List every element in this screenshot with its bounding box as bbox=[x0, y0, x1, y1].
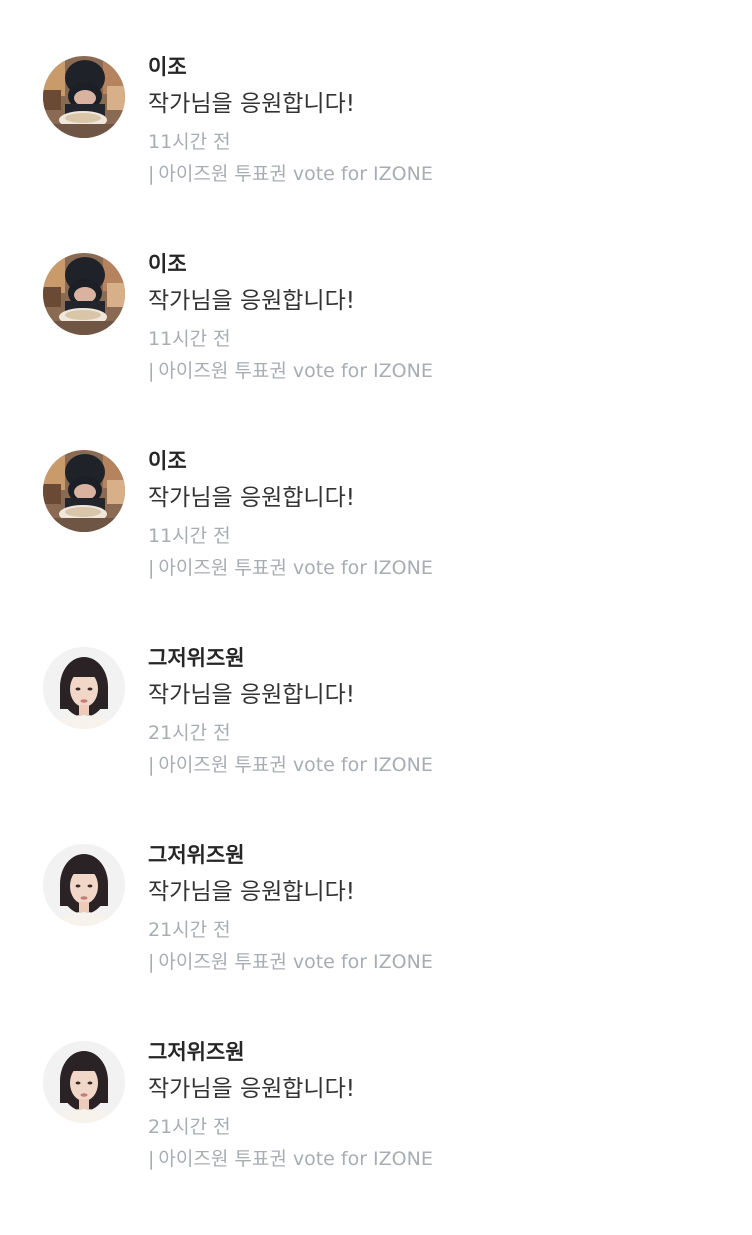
comment-time: 11시간 전 bbox=[148, 131, 231, 153]
woman-portrait-photo bbox=[43, 647, 125, 729]
comment-item: 이조 작가님을 응원합니다! 11시간 전 | 아이즈원 투표권 vote for… bbox=[0, 447, 752, 644]
source-label: 아이즈원 투표권 vote for IZONE bbox=[158, 754, 433, 776]
comment-author[interactable]: 이조 bbox=[148, 447, 732, 483]
comment-time: 11시간 전 bbox=[148, 525, 231, 547]
comment-time: 21시간 전 bbox=[148, 722, 231, 744]
woman-portrait-photo bbox=[43, 844, 125, 926]
comment-source[interactable]: | 아이즈원 투표권 vote for IZONE bbox=[148, 1146, 732, 1172]
child-eating-photo bbox=[43, 253, 125, 335]
comment-item: 이조 작가님을 응원합니다! 11시간 전 | 아이즈원 투표권 vote for… bbox=[0, 53, 752, 250]
source-separator: | bbox=[148, 360, 155, 382]
source-label: 아이즈원 투표권 vote for IZONE bbox=[158, 557, 433, 579]
avatar[interactable] bbox=[43, 647, 125, 729]
comment-author[interactable]: 이조 bbox=[148, 250, 732, 286]
avatar[interactable] bbox=[43, 844, 125, 926]
comment-time: 21시간 전 bbox=[148, 1116, 231, 1138]
source-separator: | bbox=[148, 557, 155, 579]
comment-item: 이조 작가님을 응원합니다! 11시간 전 | 아이즈원 투표권 vote for… bbox=[0, 250, 752, 447]
source-separator: | bbox=[148, 951, 155, 973]
comment-item: 그저위즈원 작가님을 응원합니다! 21시간 전 | 아이즈원 투표권 vote … bbox=[0, 644, 752, 841]
child-eating-photo bbox=[43, 450, 125, 532]
comment-time: 11시간 전 bbox=[148, 328, 231, 350]
child-eating-photo bbox=[43, 56, 125, 138]
source-separator: | bbox=[148, 1148, 155, 1170]
avatar[interactable] bbox=[43, 56, 125, 138]
comment-message: 작가님을 응원합니다! bbox=[148, 682, 355, 708]
comment-source[interactable]: | 아이즈원 투표권 vote for IZONE bbox=[148, 161, 732, 187]
comment-author[interactable]: 이조 bbox=[148, 53, 732, 89]
avatar[interactable] bbox=[43, 450, 125, 532]
comment-author[interactable]: 그저위즈원 bbox=[148, 1038, 732, 1074]
comment-source[interactable]: | 아이즈원 투표권 vote for IZONE bbox=[148, 752, 732, 778]
comment-author[interactable]: 그저위즈원 bbox=[148, 841, 732, 877]
comment-source[interactable]: | 아이즈원 투표권 vote for IZONE bbox=[148, 949, 732, 975]
avatar[interactable] bbox=[43, 253, 125, 335]
comment-item: 그저위즈원 작가님을 응원합니다! 21시간 전 | 아이즈원 투표권 vote … bbox=[0, 841, 752, 1038]
comment-author[interactable]: 그저위즈원 bbox=[148, 644, 732, 680]
source-label: 아이즈원 투표권 vote for IZONE bbox=[158, 1148, 433, 1170]
comment-list: 이조 작가님을 응원합니다! 11시간 전 | 아이즈원 투표권 vote for… bbox=[0, 53, 752, 1235]
avatar[interactable] bbox=[43, 1041, 125, 1123]
comment-source[interactable]: | 아이즈원 투표권 vote for IZONE bbox=[148, 555, 732, 581]
woman-portrait-photo bbox=[43, 1041, 125, 1123]
comment-message: 작가님을 응원합니다! bbox=[148, 1076, 355, 1102]
comment-source[interactable]: | 아이즈원 투표권 vote for IZONE bbox=[148, 358, 732, 384]
source-label: 아이즈원 투표권 vote for IZONE bbox=[158, 951, 433, 973]
comment-message: 작가님을 응원합니다! bbox=[148, 288, 355, 314]
source-label: 아이즈원 투표권 vote for IZONE bbox=[158, 360, 433, 382]
comment-message: 작가님을 응원합니다! bbox=[148, 91, 355, 117]
source-separator: | bbox=[148, 163, 155, 185]
comment-time: 21시간 전 bbox=[148, 919, 231, 941]
source-label: 아이즈원 투표권 vote for IZONE bbox=[158, 163, 433, 185]
comment-message: 작가님을 응원합니다! bbox=[148, 879, 355, 905]
comment-message: 작가님을 응원합니다! bbox=[148, 485, 355, 511]
comment-item: 그저위즈원 작가님을 응원합니다! 21시간 전 | 아이즈원 투표권 vote … bbox=[0, 1038, 752, 1235]
source-separator: | bbox=[148, 754, 155, 776]
